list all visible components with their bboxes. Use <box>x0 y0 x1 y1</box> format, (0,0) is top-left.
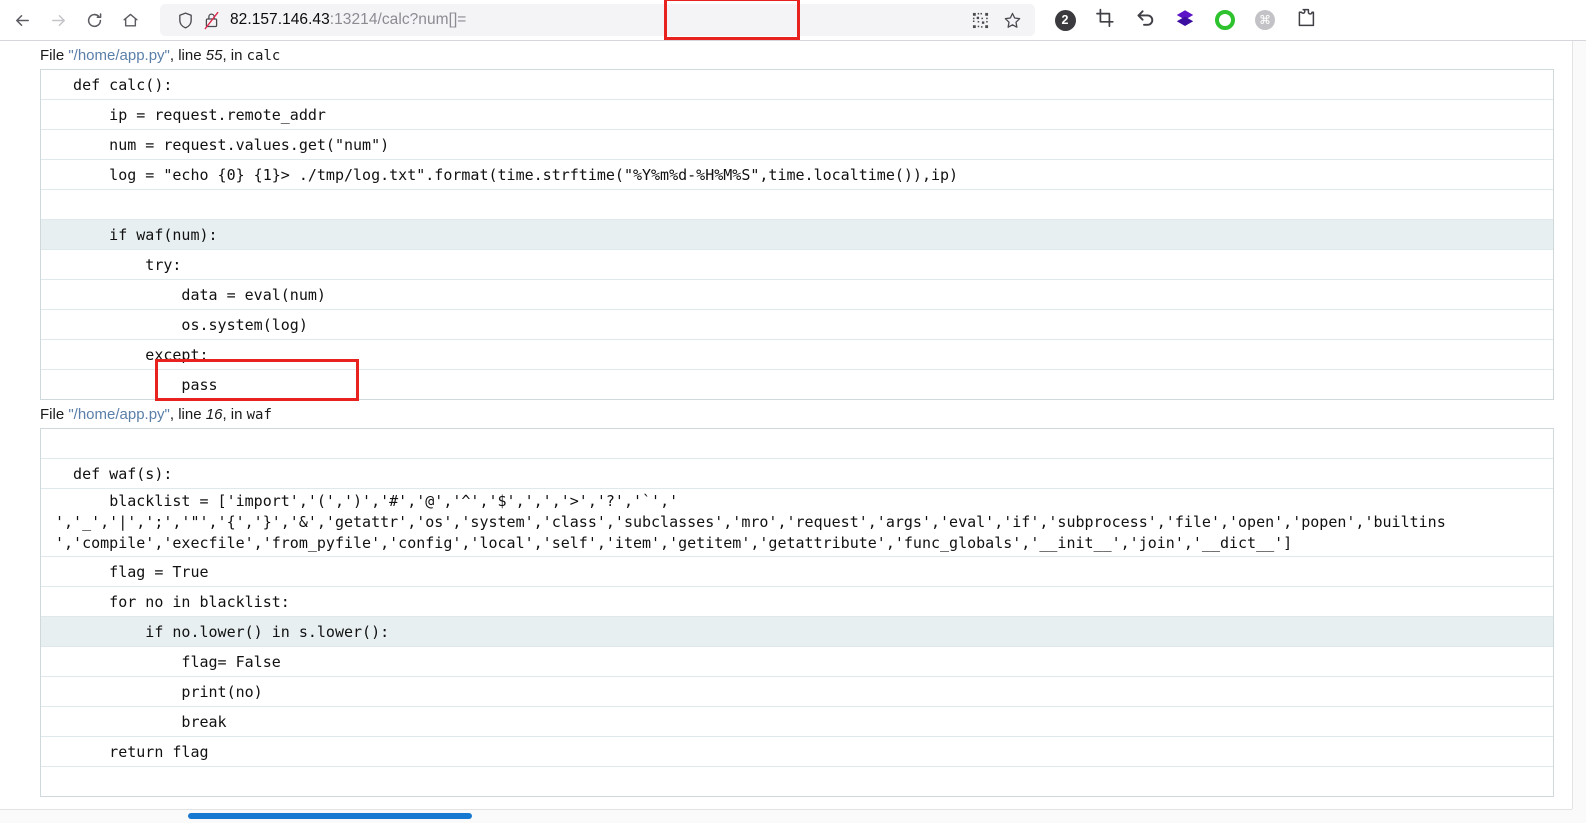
source-line[interactable]: flag = True <box>41 557 1553 587</box>
url-text[interactable]: 82.157.146.43:13214/calc?num[]= <box>224 11 965 29</box>
url-path: /calc?num[]= <box>377 11 467 28</box>
frame-title-prefix: File <box>40 406 69 423</box>
frame-filename[interactable]: "/home/app.py" <box>68 406 170 423</box>
scrollbar-corner <box>1572 809 1586 823</box>
source-line[interactable]: def calc(): <box>41 70 1553 100</box>
undo-button[interactable] <box>1131 6 1159 34</box>
traceback-frame: File "/home/app.py", line 55, in calc de… <box>0 41 1572 400</box>
undo-arrow-icon <box>1135 7 1156 33</box>
qr-code-icon <box>972 12 989 29</box>
extensions-button[interactable] <box>1291 6 1319 34</box>
diamond-layers-icon <box>1174 7 1196 34</box>
source-line[interactable] <box>41 429 1553 459</box>
source-line[interactable]: except: <box>41 340 1553 370</box>
lock-broken-icon[interactable] <box>198 7 224 33</box>
url-port: :13214 <box>329 11 378 28</box>
source-line[interactable]: data = eval(num) <box>41 280 1553 310</box>
layers-extension-button[interactable] <box>1171 6 1199 34</box>
source-listing: def calc(): ip = request.remote_addr num… <box>40 69 1554 400</box>
frame-function-name: waf <box>246 407 272 423</box>
source-line[interactable] <box>41 190 1553 220</box>
frame-title: File "/home/app.py", line 55, in calc <box>0 41 1572 69</box>
source-line-current[interactable]: if waf(num): <box>41 220 1553 250</box>
container-tab-badge[interactable]: 2 <box>1051 6 1079 34</box>
frame-line-label: , line <box>169 406 206 423</box>
url-host: 82.157.146.43 <box>230 11 330 28</box>
source-line[interactable]: try: <box>41 250 1553 280</box>
container-tab-count: 2 <box>1054 9 1076 31</box>
source-line-blacklist[interactable]: blacklist = ['import','(',')','#','@','^… <box>41 489 1553 557</box>
source-line[interactable]: ip = request.remote_addr <box>41 100 1553 130</box>
crop-icon <box>1095 8 1115 33</box>
source-line[interactable]: def waf(s): <box>41 459 1553 489</box>
frame-in-label: , in <box>222 406 247 423</box>
home-icon <box>121 11 140 30</box>
frame-title: File "/home/app.py", line 16, in waf <box>0 400 1572 428</box>
back-button[interactable] <box>4 3 40 37</box>
puzzle-piece-icon <box>1295 7 1316 33</box>
source-line[interactable]: num = request.values.get("num") <box>41 130 1553 160</box>
reload-icon <box>85 11 104 30</box>
source-line[interactable]: pass <box>41 370 1553 400</box>
source-line[interactable] <box>41 767 1553 797</box>
address-bar-actions <box>965 6 1027 34</box>
reload-button[interactable] <box>76 3 112 37</box>
bookmark-button[interactable] <box>997 6 1027 34</box>
arrow-right-icon <box>49 11 68 30</box>
address-bar[interactable]: 82.157.146.43:13214/calc?num[]= <box>160 0 1035 40</box>
command-extension-button[interactable]: ⌘ <box>1251 6 1279 34</box>
home-button[interactable] <box>112 3 148 37</box>
frame-filename[interactable]: "/home/app.py" <box>68 47 170 64</box>
horizontal-scrollbar[interactable] <box>0 809 1572 823</box>
forward-button[interactable] <box>40 3 76 37</box>
screenshot-crop-button[interactable] <box>1091 6 1119 34</box>
shield-icon[interactable] <box>172 7 198 33</box>
horizontal-scrollbar-thumb[interactable] <box>188 813 472 819</box>
green-circle-icon <box>1215 10 1235 30</box>
star-icon <box>1003 11 1022 30</box>
frame-title-prefix: File <box>40 47 69 64</box>
frame-in-label: , in <box>222 47 247 64</box>
source-line[interactable]: for no in blacklist: <box>41 587 1553 617</box>
source-listing: def waf(s): blacklist = ['import','(',')… <box>40 428 1554 797</box>
arrow-left-icon <box>13 11 32 30</box>
browser-chrome: 82.157.146.43:13214/calc?num[]= 2 ⌘ <box>0 0 1586 41</box>
page-viewport: File "/home/app.py", line 55, in calc de… <box>0 41 1586 823</box>
source-line[interactable]: break <box>41 707 1553 737</box>
traceback-frame: File "/home/app.py", line 16, in waf def… <box>0 400 1572 797</box>
frame-line-number: 16 <box>205 406 223 423</box>
frame-line-number: 55 <box>205 47 223 64</box>
source-line[interactable]: return flag <box>41 737 1553 767</box>
frame-function-name: calc <box>246 48 281 64</box>
recorder-extension-button[interactable] <box>1211 6 1239 34</box>
qr-code-button[interactable] <box>965 6 995 34</box>
source-line[interactable]: log = "echo {0} {1}> ./tmp/log.txt".form… <box>41 160 1553 190</box>
frame-line-label: , line <box>169 47 206 64</box>
source-line-current[interactable]: if no.lower() in s.lower(): <box>41 617 1553 647</box>
source-line[interactable]: flag= False <box>41 647 1553 677</box>
command-disc-icon: ⌘ <box>1255 10 1275 30</box>
traceback-content: File "/home/app.py", line 55, in calc de… <box>0 41 1572 809</box>
browser-toolbar-icons: 2 ⌘ <box>1051 6 1319 34</box>
source-line[interactable]: print(no) <box>41 677 1553 707</box>
vertical-scrollbar[interactable] <box>1572 41 1586 809</box>
source-line[interactable]: os.system(log) <box>41 310 1553 340</box>
navigation-buttons <box>0 3 148 37</box>
